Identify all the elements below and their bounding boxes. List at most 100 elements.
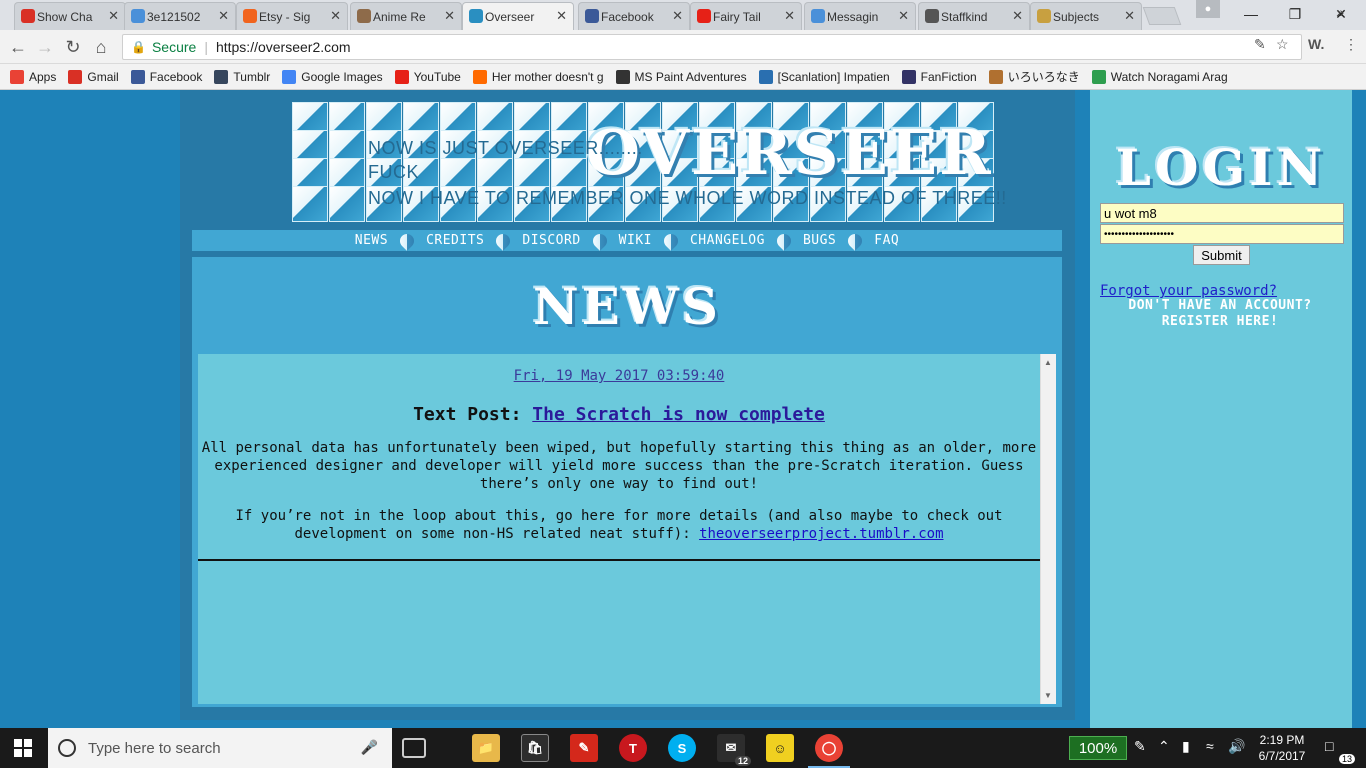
- bookmark-label: Apps: [29, 69, 57, 84]
- paint-app-icon[interactable]: ✎: [570, 734, 598, 762]
- scroll-down-icon[interactable]: ▼: [1044, 691, 1052, 700]
- address-bar[interactable]: 🔒 Secure | https://overseer2.com: [122, 34, 1302, 60]
- nav-wiki[interactable]: WIKI: [609, 233, 662, 248]
- tab-close-icon[interactable]: ✕: [784, 8, 795, 24]
- volume-icon[interactable]: 🔊: [1228, 738, 1245, 755]
- tab-close-icon[interactable]: ✕: [218, 8, 229, 24]
- bookmark-item[interactable]: Watch Noragami Arag: [1091, 69, 1228, 84]
- bookmark-item[interactable]: いろいろなき: [988, 68, 1080, 85]
- t-app-icon[interactable]: T: [619, 734, 647, 762]
- back-icon[interactable]: ←: [8, 37, 28, 57]
- browser-tab[interactable]: 3e121502 ✕: [124, 2, 236, 30]
- zoom-level-badge[interactable]: 100%: [1069, 736, 1127, 760]
- bookmark-item[interactable]: MS Paint Adventures: [615, 69, 747, 84]
- chevron-up-icon[interactable]: ⌃: [1158, 738, 1170, 755]
- post-title-link[interactable]: The Scratch is now complete: [532, 404, 825, 425]
- browser-tab[interactable]: Staffkind ✕: [918, 2, 1030, 30]
- scroll-up-icon[interactable]: ▲: [1044, 358, 1052, 367]
- file-explorer-icon[interactable]: 📁: [472, 734, 500, 762]
- reload-icon[interactable]: ↻: [63, 37, 83, 57]
- browser-tab[interactable]: Subjects ✕: [1030, 2, 1142, 30]
- news-scroll-area[interactable]: Fri, 19 May 2017 03:59:40 Text Post: The…: [198, 354, 1040, 704]
- bookmark-item[interactable]: Tumblr: [214, 69, 270, 84]
- tab-favicon-icon: [357, 9, 371, 23]
- tab-close-icon[interactable]: ✕: [108, 8, 119, 24]
- tab-close-icon[interactable]: ✕: [672, 8, 683, 24]
- battery-icon[interactable]: ▮: [1182, 738, 1190, 755]
- bookmark-label: Her mother doesn't g: [491, 69, 604, 84]
- pen-icon[interactable]: ✎: [1134, 738, 1146, 755]
- browser-tab[interactable]: Fairy Tail ✕: [690, 2, 802, 30]
- minimize-button[interactable]: —: [1228, 0, 1274, 28]
- register-link[interactable]: DON'T HAVE AN ACCOUNT? REGISTER HERE!: [1100, 298, 1340, 330]
- wifi-icon[interactable]: ≈: [1206, 738, 1214, 754]
- bookmark-item[interactable]: Apps: [10, 69, 57, 84]
- action-center-icon[interactable]: □ 13: [1325, 738, 1355, 764]
- profile-icon[interactable]: ●: [1196, 0, 1220, 18]
- browser-tab[interactable]: Overseer ✕: [462, 2, 574, 30]
- post-date-link[interactable]: Fri, 19 May 2017 03:59:40: [198, 368, 1040, 384]
- tab-close-icon[interactable]: ✕: [556, 8, 567, 24]
- bookmark-item[interactable]: Gmail: [68, 69, 119, 84]
- chrome-icon[interactable]: ◯: [815, 734, 843, 762]
- store-icon[interactable]: 🛍: [521, 734, 549, 762]
- tab-favicon-icon: [925, 9, 939, 23]
- bookmark-item[interactable]: Her mother doesn't g: [472, 69, 604, 84]
- tumblr-link[interactable]: theoverseerproject.tumblr.com: [699, 526, 943, 542]
- extension-icon[interactable]: ✎: [1254, 36, 1266, 53]
- bookmark-item[interactable]: Google Images: [282, 69, 383, 84]
- browser-tab[interactable]: Messagin ✕: [804, 2, 916, 30]
- bookmark-item[interactable]: YouTube: [394, 69, 461, 84]
- bookmark-item[interactable]: FanFiction: [901, 69, 977, 84]
- nav-faq[interactable]: FAQ: [864, 233, 909, 248]
- bookmarks-more-icon[interactable]: »: [1336, 4, 1344, 20]
- menu-icon[interactable]: ⋮: [1344, 36, 1358, 53]
- gem-icon: [589, 230, 610, 251]
- tab-close-icon[interactable]: ✕: [330, 8, 341, 24]
- extension-w-icon[interactable]: W.: [1308, 36, 1324, 52]
- nav-credits[interactable]: CREDITS: [416, 233, 494, 248]
- browser-tab[interactable]: Facebook ✕: [578, 2, 690, 30]
- new-tab-button[interactable]: [1142, 7, 1182, 25]
- taskbar-search[interactable]: Type here to search 🎤: [48, 728, 392, 768]
- browser-tab[interactable]: Show Cha ✕: [14, 2, 126, 30]
- tab-close-icon[interactable]: ✕: [898, 8, 909, 24]
- tab-favicon-icon: [697, 9, 711, 23]
- tab-close-icon[interactable]: ✕: [1124, 8, 1135, 24]
- forward-icon[interactable]: →: [35, 37, 55, 57]
- bookmark-favicon-icon: [394, 69, 409, 84]
- forgot-password-link[interactable]: Forgot your password?: [1100, 283, 1277, 299]
- tab-close-icon[interactable]: ✕: [444, 8, 455, 24]
- bookmark-star-icon[interactable]: ☆: [1276, 36, 1289, 53]
- submit-button[interactable]: Submit: [1193, 245, 1250, 265]
- messenger-face-icon[interactable]: ☺: [766, 734, 794, 762]
- windows-start-icon[interactable]: [14, 739, 32, 757]
- password-input[interactable]: ••••••••••••••••••••: [1100, 224, 1344, 244]
- home-icon[interactable]: ⌂: [91, 37, 111, 57]
- bookmark-item[interactable]: [Scanlation] Impatien: [758, 69, 890, 84]
- news-scrollbar[interactable]: ▲ ▼: [1040, 354, 1056, 704]
- bookmark-label: Facebook: [149, 69, 203, 84]
- task-view-icon[interactable]: [402, 738, 426, 758]
- username-input[interactable]: u wot m8: [1100, 203, 1344, 223]
- nav-bugs[interactable]: BUGS: [793, 233, 846, 248]
- mail-icon[interactable]: ✉ 12: [717, 734, 751, 766]
- news-feed[interactable]: Fri, 19 May 2017 03:59:40 Text Post: The…: [198, 354, 1056, 704]
- tab-title: Messagin: [827, 9, 879, 24]
- browser-tab[interactable]: Etsy - Sig ✕: [236, 2, 348, 30]
- restore-button[interactable]: ❐: [1272, 0, 1318, 28]
- bookmark-favicon-icon: [758, 69, 773, 84]
- bookmark-favicon-icon: [472, 69, 487, 84]
- taskbar-clock[interactable]: 2:19 PM 6/7/2017: [1250, 732, 1314, 764]
- browser-tab[interactable]: Anime Re ✕: [350, 2, 462, 30]
- skype-icon[interactable]: S: [668, 734, 696, 762]
- nav-changelog[interactable]: CHANGELOG: [680, 233, 775, 248]
- post-paragraph-1: All personal data has unfortunately been…: [201, 440, 1037, 492]
- tab-close-icon[interactable]: ✕: [1012, 8, 1023, 24]
- search-placeholder: Type here to search: [88, 739, 221, 757]
- nav-discord[interactable]: DISCORD: [512, 233, 590, 248]
- bookmark-item[interactable]: Facebook: [130, 69, 203, 84]
- microphone-icon[interactable]: 🎤: [361, 739, 378, 756]
- bookmark-label: YouTube: [413, 69, 461, 84]
- nav-news[interactable]: NEWS: [345, 233, 398, 248]
